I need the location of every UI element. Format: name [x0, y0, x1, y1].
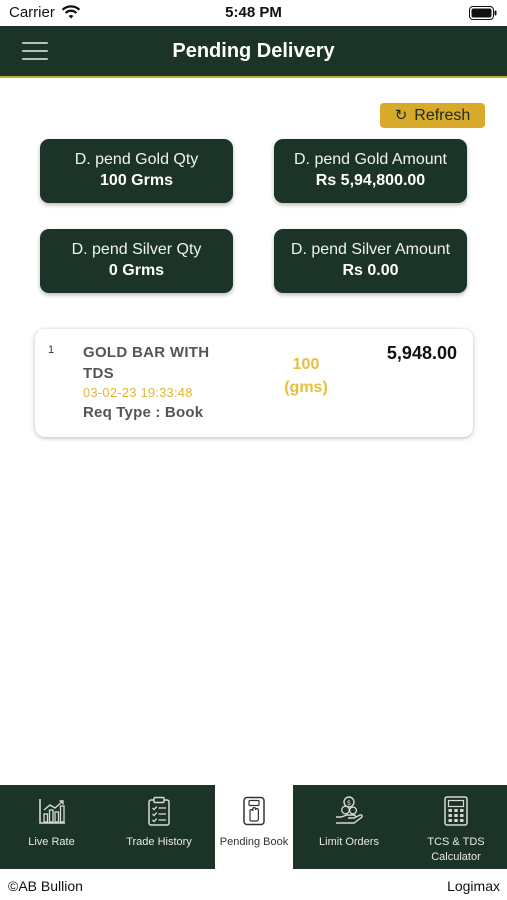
order-qty-unit: (gms)	[284, 379, 328, 396]
order-qty: 100 (gms)	[277, 353, 335, 399]
order-index: 1	[48, 344, 55, 356]
bottom-tab-bar: Live Rate Trade History Pending Book $ L…	[0, 785, 507, 869]
order-amount: 5,948.00	[386, 343, 457, 363]
order-product-name: GOLD BAR WITH TDS	[83, 344, 210, 382]
battery-icon	[469, 6, 497, 20]
tab-live-rate-label: Live Rate	[28, 836, 75, 848]
gold-qty-label: D. pend Gold Qty	[74, 151, 199, 168]
tab-pending-book-label: Pending Book	[219, 836, 289, 848]
gold-amount-card: D. pend Gold Amount Rs 5,94,800.00	[274, 139, 467, 203]
order-req-type: Req Type : Book	[83, 404, 204, 421]
gold-qty-card: D. pend Gold Qty 100 Grms	[40, 139, 233, 203]
silver-amount-card: D. pend Silver Amount Rs 0.00	[274, 229, 467, 293]
silver-qty-value: 0 Grms	[108, 262, 165, 279]
refresh-icon: ↻	[394, 107, 408, 124]
order-card[interactable]: 1 GOLD BAR WITH TDS 03-02-23 19:33:48 Re…	[35, 329, 473, 437]
status-bar: Carrier 5:48 PM	[0, 0, 507, 26]
silver-qty-card: D. pend Silver Qty 0 Grms	[40, 229, 233, 293]
tab-tcs-tds-calculator[interactable]: TCS & TDS Calculator	[405, 785, 507, 869]
chart-icon	[38, 799, 65, 824]
silver-amount-label: D. pend Silver Amount	[290, 241, 451, 258]
tab-trade-history-label: Trade History	[126, 836, 192, 848]
svg-text:$: $	[347, 799, 351, 807]
brand-text: Logimax	[447, 878, 500, 894]
coins-hand-icon: $	[336, 796, 363, 824]
tab-limit-orders[interactable]: $ Limit Orders	[293, 785, 405, 869]
gold-amount-value: Rs 5,94,800.00	[315, 172, 426, 189]
tab-tcs-tds-calculator-label: TCS & TDS Calculator	[427, 836, 485, 863]
app-header: Pending Delivery	[0, 26, 507, 78]
gold-amount-label: D. pend Gold Amount	[294, 151, 447, 168]
tab-pending-book[interactable]: Pending Book	[215, 785, 293, 869]
calculator-icon	[444, 796, 468, 826]
refresh-label: Refresh	[414, 106, 471, 124]
copyright-text: ©AB Bullion	[8, 878, 83, 894]
silver-amount-value: Rs 0.00	[342, 262, 399, 279]
page-title: Pending Delivery	[172, 40, 335, 62]
tab-live-rate[interactable]: Live Rate	[0, 785, 103, 869]
order-qty-value: 100	[292, 356, 320, 373]
clipboard-icon	[148, 796, 170, 826]
order-date: 03-02-23 19:33:48	[83, 385, 193, 400]
status-time: 5:48 PM	[225, 4, 282, 21]
refresh-button[interactable]: ↻ Refresh	[380, 103, 485, 128]
gold-qty-value: 100 Grms	[100, 172, 173, 189]
tab-trade-history[interactable]: Trade History	[103, 785, 215, 869]
footer: ©AB Bullion Logimax	[0, 869, 507, 900]
silver-qty-label: D. pend Silver Qty	[71, 241, 202, 258]
hand-card-icon	[243, 796, 265, 826]
tab-limit-orders-label: Limit Orders	[319, 836, 379, 848]
